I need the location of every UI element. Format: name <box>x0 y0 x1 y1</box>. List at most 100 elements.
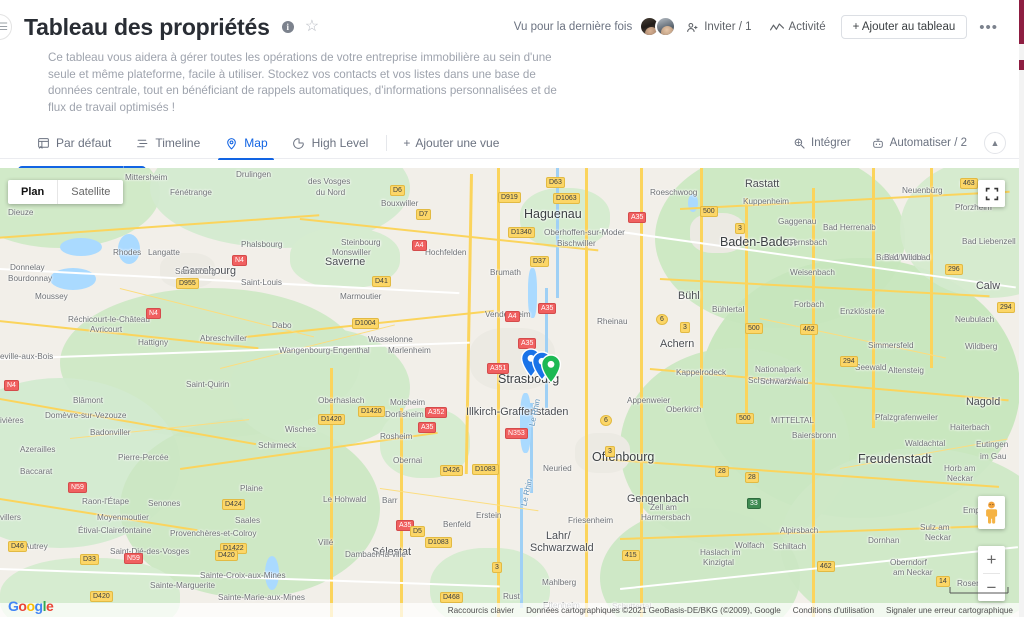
tab-map[interactable]: Map <box>212 128 279 160</box>
map-scale-bar <box>949 581 1009 599</box>
map-place-label: Illkirch-Graffenstaden <box>466 406 569 418</box>
map-place-label: Mittersheim <box>125 173 168 182</box>
road-shield: D1340 <box>508 227 535 238</box>
tab-timeline[interactable]: Timeline <box>123 128 212 159</box>
map-place-label: Molsheim <box>390 398 426 407</box>
map-place-label: Pierre-Percée <box>118 453 169 462</box>
keyboard-shortcuts-link[interactable]: Raccourcis clavier <box>448 606 514 615</box>
road-shield: D33 <box>80 554 99 565</box>
road-shield: N4 <box>4 380 19 391</box>
map-place-label: Friesenheim <box>568 516 614 525</box>
map-place-label: Seewald <box>855 363 887 372</box>
map-place-label: im Gau <box>980 452 1007 461</box>
map-place-label: Calw <box>976 280 1000 292</box>
map-place-label: Rheinau <box>597 317 628 326</box>
road-shield: A351 <box>487 363 510 374</box>
activity-button[interactable]: Activité <box>761 16 835 39</box>
map-canvas[interactable]: Strasbourg Haguenau Baden-Baden Offenbourg F… <box>0 168 1019 617</box>
map-place-label: Neubulach <box>955 315 995 324</box>
map-place-label: Kuppenheim <box>743 197 789 206</box>
road-shield: A35 <box>418 422 437 433</box>
map-place-label: Senones <box>148 499 181 508</box>
map-place-label: Domèvre-sur-Vezouze <box>45 411 127 420</box>
map-place-label: Hattigny <box>138 338 169 347</box>
map-place-label: Azerailles <box>20 445 56 454</box>
map-place-label: Rust <box>503 592 520 601</box>
invite-button[interactable]: Inviter / 1 <box>677 16 760 39</box>
map-place-label: Plaine <box>240 484 263 493</box>
more-horizontal-icon[interactable]: ••• <box>971 15 1006 40</box>
map-place-label: Sulz am <box>920 523 950 532</box>
edge-accent-top <box>1019 0 1024 44</box>
map-place-label: Steinbourg <box>341 238 381 247</box>
map-data-attribution: Données cartographiques ©2021 GeoBasis-D… <box>526 605 781 615</box>
road-shield: N59 <box>124 553 143 564</box>
chevron-up-icon[interactable]: ▲ <box>984 132 1006 154</box>
road-shield: D63 <box>546 177 565 188</box>
road-shield: D7 <box>416 209 431 220</box>
tab-high-level[interactable]: High Level <box>280 128 381 159</box>
map-place-label: Mahlberg <box>542 578 577 587</box>
map-type-control[interactable]: Plan Satellite <box>8 180 124 204</box>
map-place-label: Sainte-Marguerite <box>150 581 216 590</box>
map-place-label: Rhodes <box>113 248 142 257</box>
map-place-label: Haguenau <box>524 207 582 221</box>
road-shield: D424 <box>222 499 245 510</box>
automate-button[interactable]: Automatiser / 2 <box>862 132 976 155</box>
add-to-board-button[interactable]: + Ajouter au tableau <box>840 15 968 39</box>
map-place-label: Wangenbourg-Engenthal <box>279 346 370 355</box>
map-place-label: Baden-Baden <box>720 235 797 249</box>
map-place-label: Gernsbach <box>787 238 828 247</box>
street-view-pegman-icon[interactable] <box>978 496 1005 529</box>
map-place-label: Saales <box>235 516 261 525</box>
automate-label: Automatiser / 2 <box>889 137 967 149</box>
map-place-label: Benfeld <box>443 520 471 529</box>
map-place-label: Barr <box>382 496 398 505</box>
road-shield: 3 <box>492 562 502 573</box>
map-place-label: Autrey <box>24 542 48 551</box>
tab-par-defaut[interactable]: Par défaut <box>24 128 123 159</box>
info-icon[interactable]: i <box>281 21 294 33</box>
map-place-label: Haiterbach <box>950 423 990 432</box>
map-place-label: MITTELTAL <box>771 416 814 425</box>
map-place-label: Gaggenau <box>778 217 817 226</box>
star-outline-icon[interactable]: ☆ <box>305 19 319 35</box>
map-place-label: Provenchères-et-Colroy <box>170 529 257 538</box>
map-place-label: Dambach-la-ville <box>345 550 406 559</box>
map-place-label: Nagold <box>966 396 1001 408</box>
avatar-group[interactable] <box>639 16 677 38</box>
avatar[interactable] <box>655 16 677 37</box>
menu-icon: ☰ <box>0 21 8 33</box>
add-view-button[interactable]: + Ajouter une vue <box>393 136 509 150</box>
google-logo: Google <box>8 598 54 614</box>
map-place-label: Oberhoffen-sur-Moder <box>544 228 625 237</box>
right-edge-scrollbar[interactable] <box>1019 0 1024 617</box>
road-shield: A4 <box>412 240 427 251</box>
fullscreen-icon[interactable] <box>978 180 1005 207</box>
map-place-label: Drulingen <box>236 170 272 179</box>
road-shield: 294 <box>997 302 1015 313</box>
property-marker-3[interactable] <box>540 354 562 389</box>
map-place-label: Enzklösterle <box>840 307 885 316</box>
map-place-label: Bouxwiller <box>381 199 419 208</box>
zoom-in-button[interactable]: + <box>978 546 1005 573</box>
road-shield: 462 <box>800 324 818 335</box>
edge-accent-second <box>1019 60 1024 70</box>
report-error-link[interactable]: Signaler une erreur cartographique <box>886 606 1013 615</box>
map-type-satellite[interactable]: Satellite <box>58 180 123 204</box>
map-place-label: Bühlertal <box>712 305 745 314</box>
map-place-label: Baiersbronn <box>792 431 837 440</box>
road-shield: D1083 <box>425 537 452 548</box>
map-view[interactable]: Strasbourg Haguenau Baden-Baden Offenbourg F… <box>0 168 1019 617</box>
road-shield: D468 <box>440 592 463 603</box>
integrate-button[interactable]: Intégrer <box>784 132 860 155</box>
tabs-divider <box>386 135 388 151</box>
map-place-label: Forbach <box>794 300 825 309</box>
map-pin-icon <box>224 136 238 150</box>
road-shield: 6 <box>600 415 612 426</box>
road-shield: 500 <box>736 413 754 424</box>
map-place-label: Neuenbürg <box>902 186 943 195</box>
terms-link[interactable]: Conditions d'utilisation <box>793 606 874 615</box>
map-type-plan[interactable]: Plan <box>8 180 57 204</box>
map-place-label: Harmersbach <box>641 513 691 522</box>
